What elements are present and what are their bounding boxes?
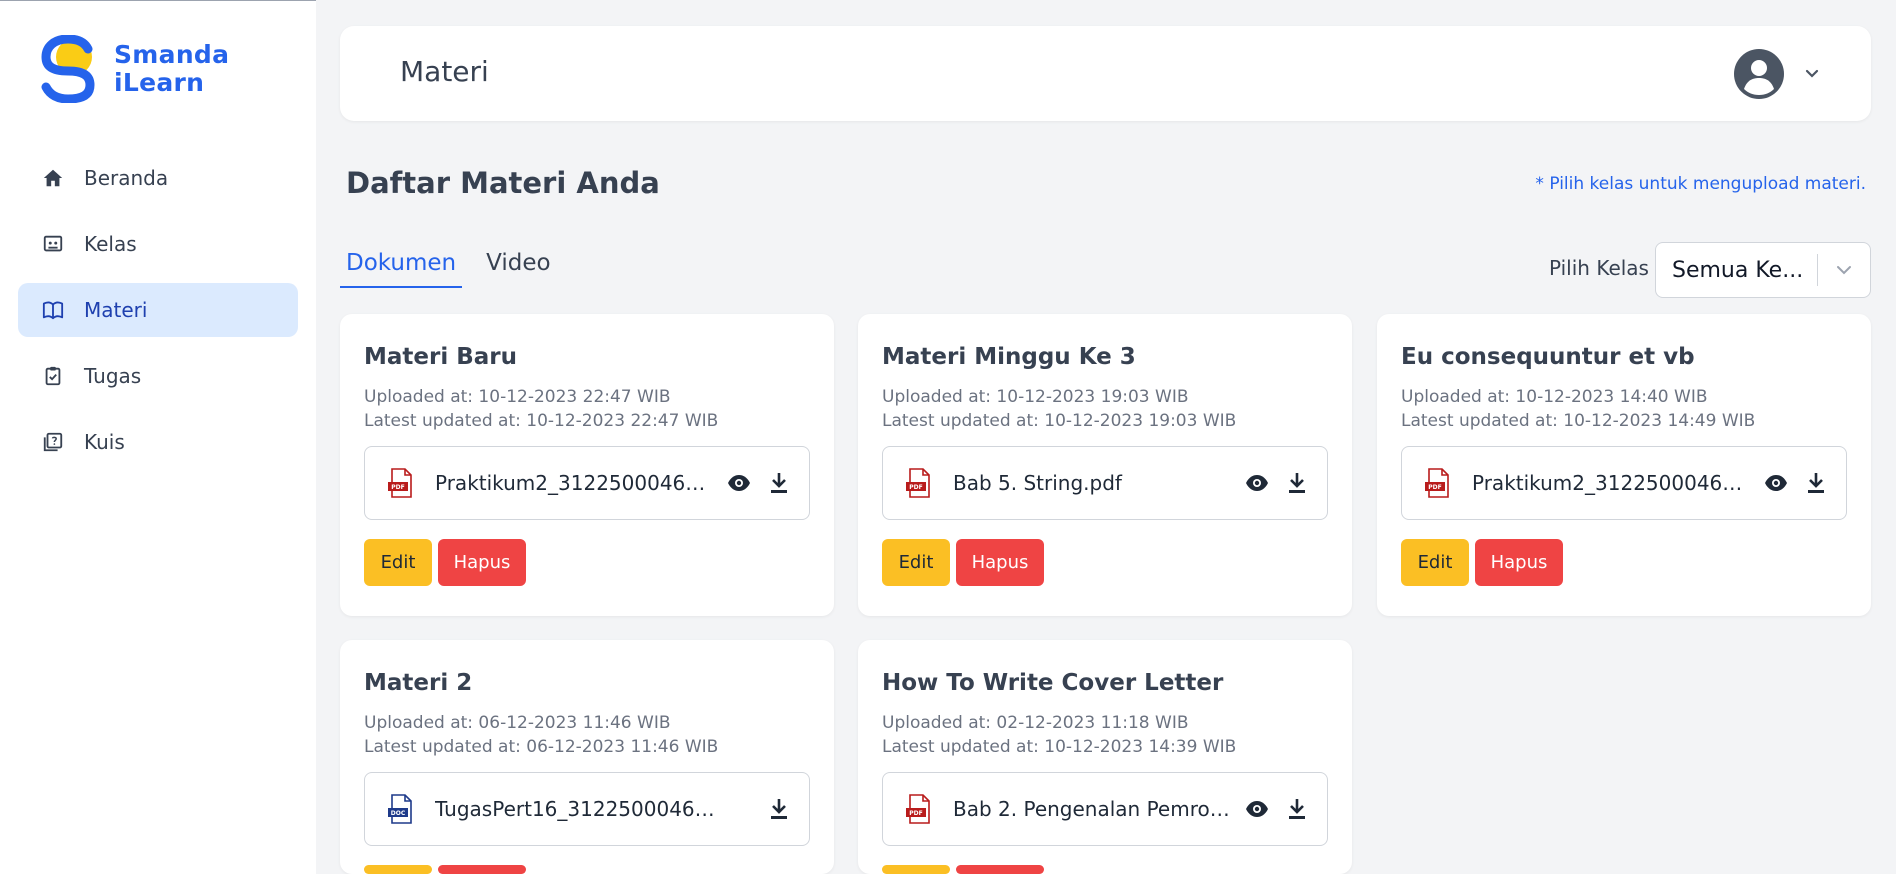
edit-button[interactable] [364, 865, 432, 874]
chevron-down-icon [1837, 266, 1851, 275]
presentation-icon [43, 235, 63, 252]
page-header-title: Materi [400, 55, 489, 88]
material-card: How To Write Cover Letter Uploaded at: 0… [858, 640, 1352, 874]
uploaded-at: Uploaded at: 02-12-2023 11:18 WIB [882, 713, 1189, 733]
svg-text:PDF: PDF [909, 810, 922, 817]
updated-at: Latest updated at: 10-12-2023 22:47 WIB [364, 411, 719, 431]
attached-file: PDF Bab 2. Pengenalan Pemrogr... [882, 772, 1328, 846]
eye-icon[interactable] [1764, 471, 1788, 495]
updated-at: Latest updated at: 06-12-2023 11:46 WIB [364, 737, 719, 757]
delete-button[interactable]: Hapus [1475, 539, 1563, 586]
material-card: Materi 2 Uploaded at: 06-12-2023 11:46 W… [340, 640, 834, 874]
uploaded-at: Uploaded at: 06-12-2023 11:46 WIB [364, 713, 671, 733]
pdf-file-icon: PDF [906, 468, 930, 498]
top-bar: Materi [340, 26, 1871, 121]
material-card: Materi Minggu Ke 3 Uploaded at: 10-12-20… [858, 314, 1352, 616]
tab-bar: Dokumen Video [340, 250, 575, 288]
sidebar-item-tugas[interactable]: Tugas [18, 349, 298, 403]
attached-file: PDF Praktikum2_3122500046_B... [364, 446, 810, 520]
class-select[interactable]: Semua Ke... [1655, 242, 1871, 298]
class-select-value: Semua Ke... [1672, 257, 1804, 283]
logo-icon [41, 35, 95, 103]
file-name: Praktikum2_3122500046_B... [1472, 471, 1752, 495]
doc-file-icon: DOC [388, 794, 412, 824]
brand-logo[interactable]: Smanda iLearn [38, 35, 229, 103]
tab-dokumen[interactable]: Dokumen [340, 250, 463, 288]
svg-text:PDF: PDF [391, 484, 404, 491]
edit-button[interactable]: Edit [364, 539, 432, 586]
download-icon[interactable] [1285, 797, 1309, 821]
delete-button[interactable]: Hapus [438, 539, 526, 586]
sidebar-item-kelas[interactable]: Kelas [18, 217, 298, 271]
material-card: Materi Baru Uploaded at: 10-12-2023 22:4… [340, 314, 834, 616]
edit-button[interactable]: Edit [882, 539, 950, 586]
page-title: Daftar Materi Anda [346, 166, 660, 200]
sidebar-nav: Beranda Kelas Materi Tugas Kuis [18, 151, 298, 481]
material-title: Materi Baru [364, 344, 518, 370]
select-toggle[interactable] [1818, 260, 1870, 280]
sidebar-item-materi[interactable]: Materi [18, 283, 298, 337]
home-icon [43, 169, 63, 187]
material-title: Eu consequuntur et vb [1401, 344, 1695, 370]
updated-at: Latest updated at: 10-12-2023 19:03 WIB [882, 411, 1237, 431]
pdf-file-icon: PDF [1425, 468, 1449, 498]
download-icon[interactable] [1285, 471, 1309, 495]
delete-button[interactable] [956, 865, 1044, 874]
svg-text:PDF: PDF [1428, 484, 1441, 491]
sidebar-item-label: Beranda [84, 166, 169, 190]
sidebar-item-label: Kuis [84, 430, 125, 454]
brand-line2: iLearn [114, 68, 205, 97]
upload-hint: * Pilih kelas untuk mengupload materi. [1535, 174, 1866, 194]
material-card: Eu consequuntur et vb Uploaded at: 10-12… [1377, 314, 1871, 616]
pdf-file-icon: PDF [906, 794, 930, 824]
edit-button[interactable] [882, 865, 950, 874]
file-name: Bab 2. Pengenalan Pemrogr... [953, 797, 1233, 821]
delete-button[interactable]: Hapus [956, 539, 1044, 586]
material-title: Materi 2 [364, 670, 473, 696]
sidebar-item-beranda[interactable]: Beranda [18, 151, 298, 205]
uploaded-at: Uploaded at: 10-12-2023 14:40 WIB [1401, 387, 1708, 407]
updated-at: Latest updated at: 10-12-2023 14:39 WIB [882, 737, 1237, 757]
eye-icon[interactable] [1245, 797, 1269, 821]
sidebar-item-label: Kelas [84, 232, 137, 256]
brand-line1: Smanda [114, 40, 230, 69]
download-icon[interactable] [767, 471, 791, 495]
sidebar: Smanda iLearn Beranda Kelas Materi Tugas… [0, 0, 316, 874]
svg-text:PDF: PDF [909, 484, 922, 491]
download-icon[interactable] [1804, 471, 1828, 495]
material-title: How To Write Cover Letter [882, 670, 1224, 696]
class-filter-label: Pilih Kelas [1549, 256, 1649, 280]
pdf-file-icon: PDF [388, 468, 412, 498]
quiz-icon [43, 432, 63, 452]
attached-file: DOC TugasPert16_3122500046_Bayu... [364, 772, 810, 846]
uploaded-at: Uploaded at: 10-12-2023 22:47 WIB [364, 387, 671, 407]
sidebar-item-label: Tugas [84, 364, 142, 388]
clipboard-check-icon [45, 366, 61, 386]
svg-text:DOC: DOC [391, 810, 406, 817]
book-icon [42, 301, 64, 320]
chevron-down-icon[interactable] [1803, 64, 1821, 82]
updated-at: Latest updated at: 10-12-2023 14:49 WIB [1401, 411, 1756, 431]
attached-file: PDF Bab 5. String.pdf [882, 446, 1328, 520]
sidebar-item-kuis[interactable]: Kuis [18, 415, 298, 469]
uploaded-at: Uploaded at: 10-12-2023 19:03 WIB [882, 387, 1189, 407]
sidebar-item-label: Materi [84, 298, 148, 322]
user-avatar-icon[interactable] [1734, 49, 1784, 99]
file-name: Bab 5. String.pdf [953, 471, 1122, 495]
eye-icon[interactable] [727, 471, 751, 495]
delete-button[interactable] [438, 865, 526, 874]
edit-button[interactable]: Edit [1401, 539, 1469, 586]
file-name: TugasPert16_3122500046_Bayu... [435, 797, 715, 821]
material-title: Materi Minggu Ke 3 [882, 344, 1136, 370]
attached-file: PDF Praktikum2_3122500046_B... [1401, 446, 1847, 520]
tab-video[interactable]: Video [480, 250, 556, 288]
file-name: Praktikum2_3122500046_B... [435, 471, 715, 495]
download-icon[interactable] [767, 797, 791, 821]
eye-icon[interactable] [1245, 471, 1269, 495]
